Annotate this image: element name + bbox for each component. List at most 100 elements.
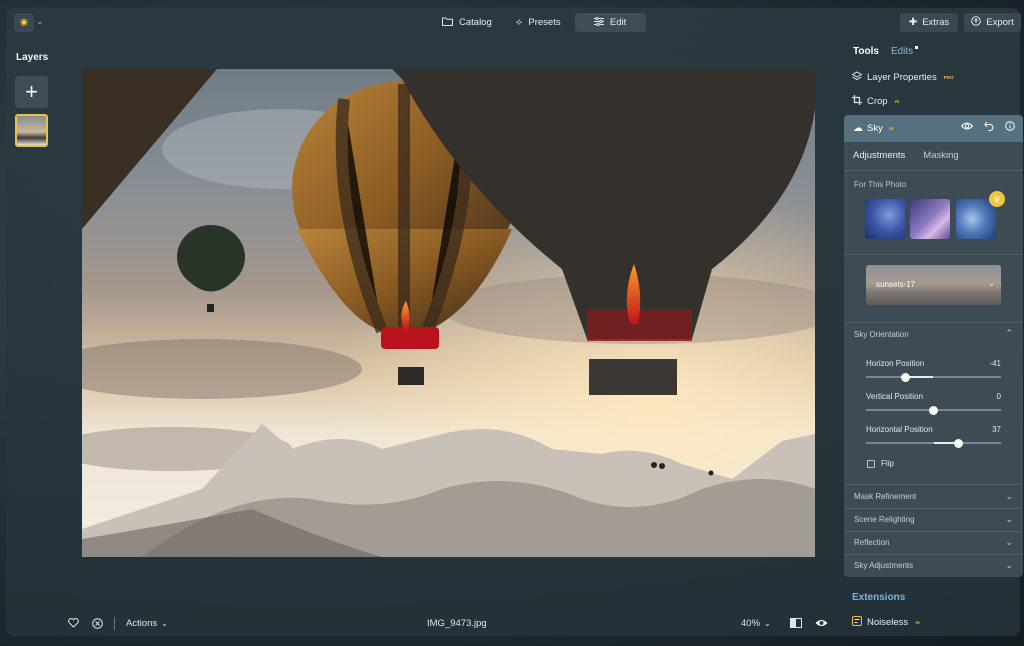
tab-masking[interactable]: Masking xyxy=(923,150,958,161)
divider xyxy=(844,254,1023,255)
crop-icon xyxy=(852,95,862,108)
sky-adjustments-section[interactable]: Sky Adjustments ⌄ xyxy=(844,554,1023,577)
chevron-down-icon: ⌄ xyxy=(1005,491,1013,501)
top-bar: ✷ ⌄ Catalog ⟡ Presets Edit ✚ Extras Expo… xyxy=(0,0,1024,44)
horizontal-position-value: 37 xyxy=(992,425,1001,434)
flip-label: Flip xyxy=(881,459,894,468)
crown-premium-icon: ♛ xyxy=(989,191,1005,207)
horizon-position-value: -41 xyxy=(989,359,1001,368)
plus-icon: + xyxy=(25,79,38,104)
for-this-photo-label: For This Photo xyxy=(854,180,907,189)
sky-selector[interactable]: sunsets-17 ⌄ xyxy=(866,265,1001,305)
slider-handle[interactable] xyxy=(953,438,963,448)
sky-adjustments-title: Sky Adjustments xyxy=(854,561,914,570)
panel-tabs: Tools Edits xyxy=(853,46,919,57)
sparkle-icon: ⟡ xyxy=(515,17,523,28)
horizon-position-slider[interactable] xyxy=(866,372,1001,382)
scene-relighting-section[interactable]: Scene Relighting ⌄ xyxy=(844,508,1023,531)
sky-subtabs: Adjustments Masking xyxy=(853,150,959,161)
tab-tools[interactable]: Tools xyxy=(853,46,879,57)
horizon-position-label: Horizon Position xyxy=(866,359,925,368)
eye-icon[interactable] xyxy=(960,121,974,134)
actions-label: Actions xyxy=(126,618,158,629)
reflection-title: Reflection xyxy=(854,538,890,547)
chevron-down-icon: ⌄ xyxy=(764,619,771,628)
pro-badge: PRO xyxy=(943,75,954,80)
sky-title-label: Sky xyxy=(867,123,883,134)
layer-properties-label: Layer Properties xyxy=(867,72,937,83)
subtab-divider xyxy=(844,170,1023,171)
undo-icon[interactable] xyxy=(984,121,994,134)
chevron-up-icon: ⌃ xyxy=(1005,328,1013,338)
sky-option-2[interactable] xyxy=(910,199,950,239)
tab-presets-label: Presets xyxy=(528,17,561,28)
puzzle-icon: ✚ xyxy=(908,17,918,28)
export-button[interactable]: Export xyxy=(964,13,1021,32)
add-layer-button[interactable]: + xyxy=(15,76,48,108)
mode-switcher: Catalog ⟡ Presets Edit xyxy=(432,13,646,32)
sky-option-1[interactable] xyxy=(865,199,905,239)
chevron-down-icon: ⌄ xyxy=(1005,560,1013,570)
vertical-position-value: 0 xyxy=(996,392,1001,401)
tab-presets[interactable]: ⟡ Presets xyxy=(506,13,571,32)
app-menu-button[interactable]: ✷ xyxy=(14,13,34,32)
zoom-menu[interactable]: 40% ⌄ xyxy=(741,618,771,629)
edits-indicator-dot xyxy=(915,46,919,49)
sliders-icon xyxy=(593,16,604,29)
app-background: ✷ ⌄ Catalog ⟡ Presets Edit ✚ Extras Expo… xyxy=(0,0,1024,646)
export-label: Export xyxy=(986,17,1014,28)
sky-ai-badge: AI xyxy=(888,126,894,131)
compare-split-icon[interactable] xyxy=(790,618,802,628)
tab-edit[interactable]: Edit xyxy=(574,13,646,32)
slider-handle[interactable] xyxy=(901,372,911,382)
chevron-down-icon: ⌄ xyxy=(1005,514,1013,524)
extensions-title: Extensions xyxy=(852,592,906,603)
crop-tool[interactable]: Crop AI xyxy=(852,95,899,108)
actions-menu[interactable]: Actions ⌄ xyxy=(126,618,168,629)
tab-catalog[interactable]: Catalog xyxy=(432,13,502,32)
info-icon[interactable] xyxy=(1005,121,1015,134)
tab-catalog-label: Catalog xyxy=(459,17,492,28)
heart-icon[interactable] xyxy=(68,618,79,628)
vertical-position-slider[interactable] xyxy=(866,405,1001,415)
horizontal-position-label: Horizontal Position xyxy=(866,425,933,434)
layer-thumbnail[interactable] xyxy=(15,114,48,147)
preview-eye-icon[interactable] xyxy=(815,618,828,628)
layers-stack-icon xyxy=(851,71,863,84)
tab-edits-label: Edits xyxy=(890,46,914,57)
sky-panel-header[interactable]: ☁ Sky AI xyxy=(844,115,1023,142)
sky-title: ☁ Sky AI xyxy=(853,123,893,134)
mask-refinement-title: Mask Refinement xyxy=(854,492,917,501)
scene-relighting-title: Scene Relighting xyxy=(854,515,915,524)
sky-tool-panel: ☁ Sky AI Adjustments Masking For This Pho… xyxy=(844,115,1023,577)
photo-image xyxy=(82,69,815,557)
sun-logo-icon: ✷ xyxy=(18,14,30,30)
tab-adjustments[interactable]: Adjustments xyxy=(853,150,905,161)
vertical-position-label: Vertical Position xyxy=(866,392,923,401)
ai-badge: AI xyxy=(894,99,900,104)
slider-handle[interactable] xyxy=(929,405,938,415)
layer-properties-tool[interactable]: Layer Properties PRO xyxy=(851,71,954,84)
tab-edits[interactable]: Edits xyxy=(890,46,919,57)
layers-title: Layers xyxy=(16,52,49,63)
tab-edit-label: Edit xyxy=(609,17,627,28)
bottom-bar: Actions ⌄ IMG_9473.jpg 40% ⌄ xyxy=(0,612,1024,636)
sky-option-3[interactable] xyxy=(956,199,996,239)
extras-button[interactable]: ✚ Extras xyxy=(900,13,958,32)
reflection-section[interactable]: Reflection ⌄ xyxy=(844,531,1023,554)
mask-refinement-section[interactable]: Mask Refinement ⌄ xyxy=(844,485,1023,508)
chevron-down-icon: ⌄ xyxy=(988,279,995,288)
chevron-down-icon: ⌄ xyxy=(161,619,168,628)
sky-orientation-title: Sky Orientation xyxy=(854,330,909,339)
upload-icon xyxy=(971,16,982,29)
photo-canvas[interactable] xyxy=(82,69,815,557)
extras-label: Extras xyxy=(922,17,950,28)
folder-icon xyxy=(442,17,453,29)
flip-checkbox[interactable] xyxy=(867,460,875,468)
reject-icon[interactable] xyxy=(92,618,103,629)
crop-label: Crop xyxy=(867,96,888,107)
chevron-down-icon[interactable]: ⌄ xyxy=(36,16,44,27)
sky-selector-label: sunsets-17 xyxy=(876,280,916,289)
horizontal-position-slider[interactable] xyxy=(866,438,1001,448)
chevron-down-icon: ⌄ xyxy=(1005,537,1013,547)
